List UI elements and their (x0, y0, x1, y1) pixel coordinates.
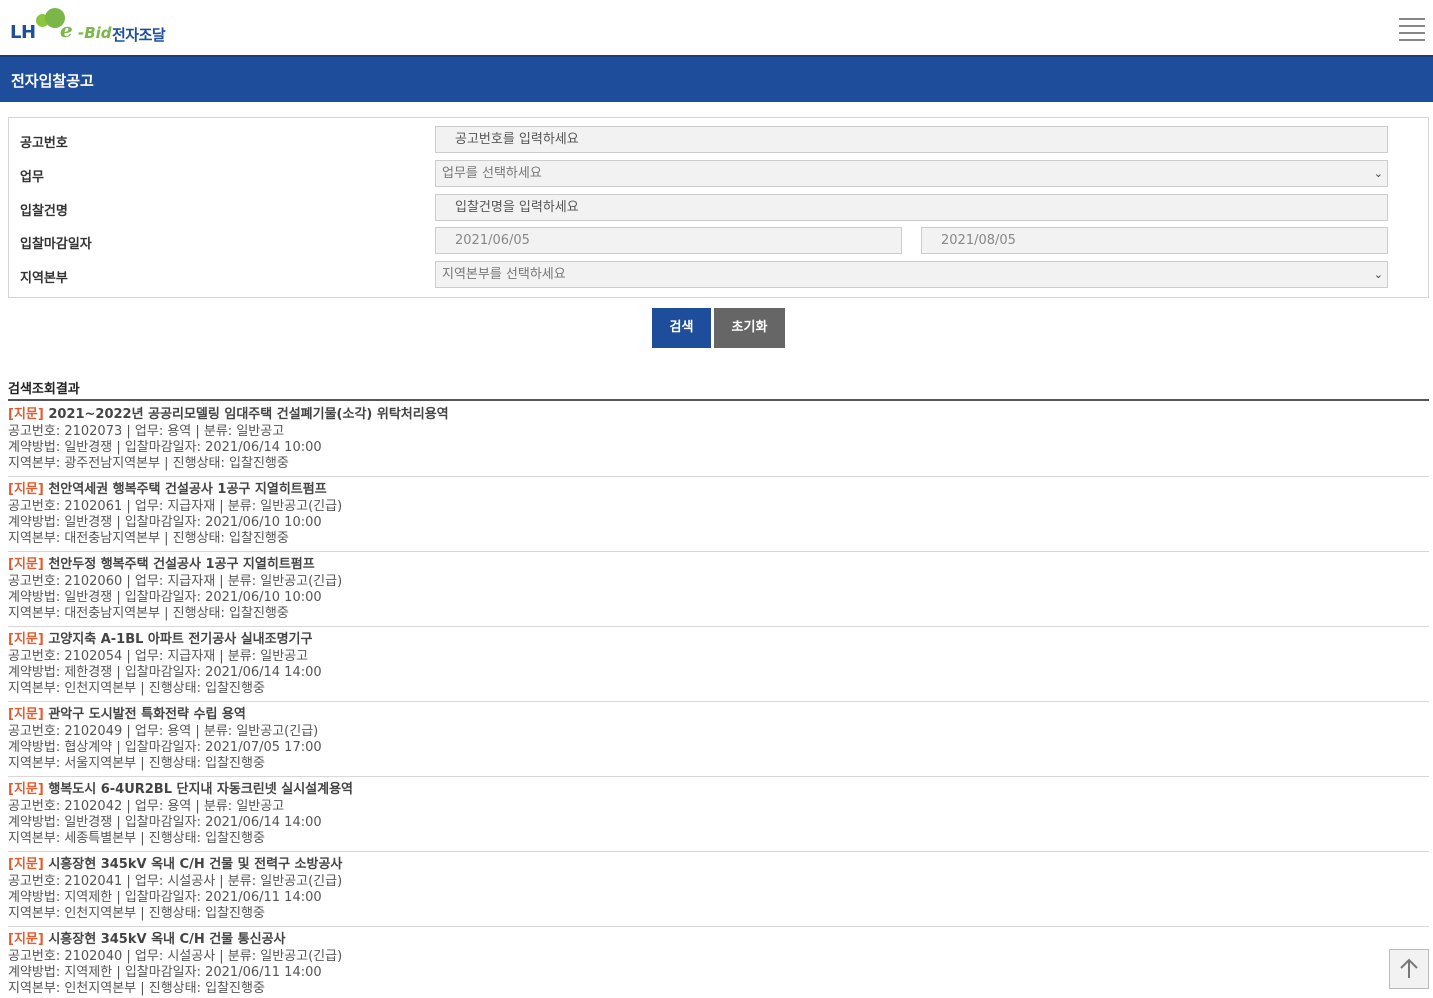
business-label: 업무 (20, 170, 44, 185)
search-button[interactable]: 검색 (652, 308, 711, 348)
reset-button[interactable]: 초기화 (714, 308, 785, 348)
item-tag: [지문] (8, 557, 44, 572)
item-title-text: 고양지축 A-1BL 아파트 전기공사 실내조명기구 (48, 632, 313, 647)
list-item[interactable]: [지문] 시흥장현 345kV 옥내 C/H 건물 및 전력구 소방공사 공고번… (8, 852, 1429, 927)
list-item[interactable]: [지문] 2021~2022년 공공리모델링 임대주택 건설폐기물(소각) 위탁… (8, 402, 1429, 477)
results-list: [지문] 2021~2022년 공공리모델링 임대주택 건설폐기물(소각) 위탁… (8, 402, 1429, 998)
item-line-2: 계약방법: 일반경쟁 | 입찰마감일자: 2021/06/14 10:00 (8, 440, 322, 455)
logo-lh-text: LH (10, 22, 36, 43)
results-divider (8, 399, 1429, 401)
list-item[interactable]: [지문] 천안역세권 행복주택 건설공사 1공구 지열히트펌프 공고번호: 21… (8, 477, 1429, 552)
item-line-3: 지역본부: 세종특별본부 | 진행상태: 입찰진행중 (8, 831, 265, 846)
bid-name-label: 입찰건명 (20, 204, 68, 219)
chevron-down-icon: ⌄ (1373, 268, 1383, 281)
item-title[interactable]: [지문] 천안두정 행복주택 건설공사 1공구 지열히트펌프 (8, 556, 1429, 574)
business-select[interactable]: 업무를 선택하세요 ⌄ (435, 160, 1388, 187)
scroll-top-button[interactable] (1389, 949, 1429, 989)
lh-ebid-logo[interactable]: LH e -Bid 전자조달 (8, 6, 183, 46)
item-tag: [지문] (8, 932, 44, 947)
chevron-down-icon: ⌄ (1373, 167, 1383, 180)
item-line-3: 지역본부: 서울지역본부 | 진행상태: 입찰진행중 (8, 756, 265, 771)
item-line-1: 공고번호: 2102073 | 업무: 용역 | 분류: 일반공고 (8, 424, 285, 439)
item-tag: [지문] (8, 482, 44, 497)
item-title-text: 시흥장현 345kV 옥내 C/H 건물 통신공사 (48, 932, 286, 947)
region-label: 지역본부 (20, 271, 68, 286)
item-title-text: 시흥장현 345kV 옥내 C/H 건물 및 전력구 소방공사 (48, 857, 343, 872)
region-select-value: 지역본부를 선택하세요 (442, 267, 566, 282)
item-tag: [지문] (8, 857, 44, 872)
item-line-1: 공고번호: 2102061 | 업무: 지급자재 | 분류: 일반공고(긴급) (8, 499, 343, 514)
item-title[interactable]: [지문] 시흥장현 345kV 옥내 C/H 건물 및 전력구 소방공사 (8, 856, 1429, 874)
item-line-2: 계약방법: 일반경쟁 | 입찰마감일자: 2021/06/14 14:00 (8, 815, 322, 830)
item-title[interactable]: [지문] 천안역세권 행복주택 건설공사 1공구 지열히트펌프 (8, 481, 1429, 499)
item-line-1: 공고번호: 2102060 | 업무: 지급자재 | 분류: 일반공고(긴급) (8, 574, 343, 589)
item-line-3: 지역본부: 대전충남지역본부 | 진행상태: 입찰진행중 (8, 606, 289, 621)
arrow-up-icon (1400, 958, 1418, 978)
item-line-2: 계약방법: 지역제한 | 입찰마감일자: 2021/06/11 14:00 (8, 890, 322, 905)
deadline-to-input[interactable]: 2021/08/05 (921, 227, 1388, 254)
item-line-3: 지역본부: 인천지역본부 | 진행상태: 입찰진행중 (8, 981, 265, 996)
list-item[interactable]: [지문] 시흥장현 345kV 옥내 C/H 건물 통신공사 공고번호: 210… (8, 927, 1429, 998)
top-bar: LH e -Bid 전자조달 (0, 0, 1433, 55)
item-line-2: 계약방법: 일반경쟁 | 입찰마감일자: 2021/06/10 10:00 (8, 590, 322, 605)
item-tag: [지문] (8, 407, 44, 422)
item-title-text: 행복도시 6-4UR2BL 단지내 자동크린넷 실시설계용역 (48, 782, 354, 797)
business-select-value: 업무를 선택하세요 (442, 166, 542, 181)
item-title-text: 2021~2022년 공공리모델링 임대주택 건설폐기물(소각) 위탁처리용역 (48, 407, 449, 422)
logo-e-text: e (60, 18, 73, 42)
item-tag: [지문] (8, 707, 44, 722)
notice-no-input[interactable]: 공고번호를 입력하세요 (435, 126, 1388, 153)
deadline-from-input[interactable]: 2021/06/05 (435, 227, 902, 254)
item-tag: [지문] (8, 782, 44, 797)
item-line-1: 공고번호: 2102040 | 업무: 시설공사 | 분류: 일반공고(긴급) (8, 949, 343, 964)
item-line-1: 공고번호: 2102041 | 업무: 시설공사 | 분류: 일반공고(긴급) (8, 874, 343, 889)
deadline-label: 입찰마감일자 (20, 237, 92, 252)
list-item[interactable]: [지문] 천안두정 행복주택 건설공사 1공구 지열히트펌프 공고번호: 210… (8, 552, 1429, 627)
item-title-text: 천안역세권 행복주택 건설공사 1공구 지열히트펌프 (48, 482, 327, 497)
item-title-text: 천안두정 행복주택 건설공사 1공구 지열히트펌프 (48, 557, 315, 572)
results-heading: 검색조회결과 (8, 382, 80, 397)
item-line-3: 지역본부: 인천지역본부 | 진행상태: 입찰진행중 (8, 681, 265, 696)
list-item[interactable]: [지문] 고양지축 A-1BL 아파트 전기공사 실내조명기구 공고번호: 21… (8, 627, 1429, 702)
page-title-bar: 전자입찰공고 (0, 55, 1433, 102)
item-line-2: 계약방법: 제한경쟁 | 입찰마감일자: 2021/06/14 14:00 (8, 665, 322, 680)
item-title[interactable]: [지문] 시흥장현 345kV 옥내 C/H 건물 통신공사 (8, 931, 1429, 949)
region-select[interactable]: 지역본부를 선택하세요 ⌄ (435, 261, 1388, 288)
item-title[interactable]: [지문] 관악구 도시발전 특화전략 수립 용역 (8, 706, 1429, 724)
logo-bid-text: -Bid (78, 24, 112, 42)
item-line-1: 공고번호: 2102042 | 업무: 용역 | 분류: 일반공고 (8, 799, 285, 814)
item-line-2: 계약방법: 협상계약 | 입찰마감일자: 2021/07/05 17:00 (8, 740, 322, 755)
item-line-2: 계약방법: 일반경쟁 | 입찰마감일자: 2021/06/10 10:00 (8, 515, 322, 530)
item-tag: [지문] (8, 632, 44, 647)
notice-no-label: 공고번호 (20, 136, 68, 151)
item-line-2: 계약방법: 지역제한 | 입찰마감일자: 2021/06/11 14:00 (8, 965, 322, 980)
item-line-3: 지역본부: 광주전남지역본부 | 진행상태: 입찰진행중 (8, 456, 289, 471)
item-line-1: 공고번호: 2102054 | 업무: 지급자재 | 분류: 일반공고 (8, 649, 309, 664)
search-form: 공고번호 공고번호를 입력하세요 업무 업무를 선택하세요 ⌄ 입찰건명 입찰건… (8, 117, 1429, 298)
item-line-3: 지역본부: 인천지역본부 | 진행상태: 입찰진행중 (8, 906, 265, 921)
list-item[interactable]: [지문] 관악구 도시발전 특화전략 수립 용역 공고번호: 2102049 |… (8, 702, 1429, 777)
item-title[interactable]: [지문] 고양지축 A-1BL 아파트 전기공사 실내조명기구 (8, 631, 1429, 649)
item-title-text: 관악구 도시발전 특화전략 수립 용역 (48, 707, 246, 722)
list-item[interactable]: [지문] 행복도시 6-4UR2BL 단지내 자동크린넷 실시설계용역 공고번호… (8, 777, 1429, 852)
item-title[interactable]: [지문] 행복도시 6-4UR2BL 단지내 자동크린넷 실시설계용역 (8, 781, 1429, 799)
page-title: 전자입찰공고 (11, 72, 94, 90)
logo-korean-text: 전자조달 (112, 26, 166, 44)
item-line-1: 공고번호: 2102049 | 업무: 용역 | 분류: 일반공고(긴급) (8, 724, 319, 739)
item-title[interactable]: [지문] 2021~2022년 공공리모델링 임대주택 건설폐기물(소각) 위탁… (8, 406, 1429, 424)
hamburger-menu-icon[interactable] (1397, 16, 1427, 42)
bid-name-input[interactable]: 입찰건명을 입력하세요 (435, 194, 1388, 221)
item-line-3: 지역본부: 대전충남지역본부 | 진행상태: 입찰진행중 (8, 531, 289, 546)
